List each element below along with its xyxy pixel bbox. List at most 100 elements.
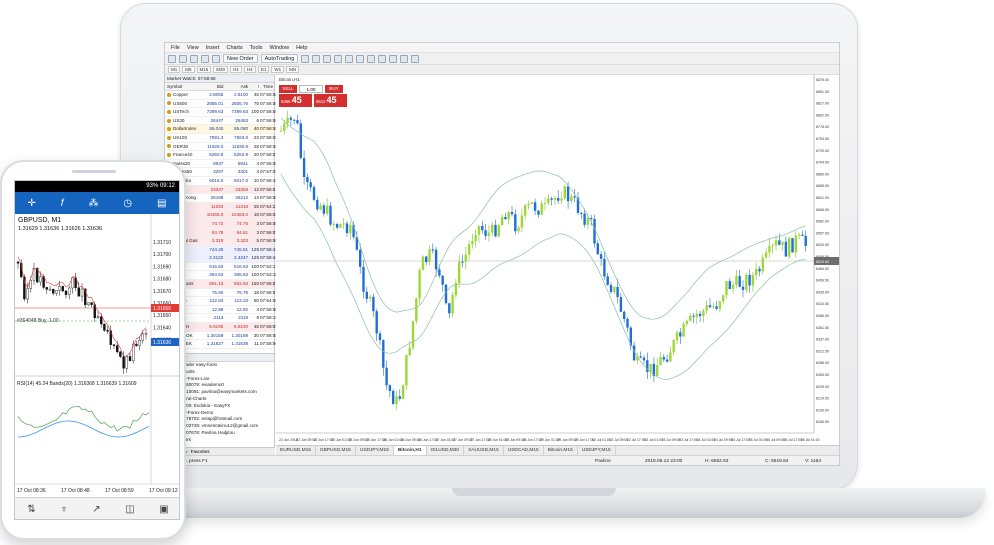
time-tick-label: 22 Jun 2018 <box>279 438 298 442</box>
menu-file[interactable]: File <box>171 45 180 51</box>
col-symbol[interactable]: Symbol <box>165 83 201 90</box>
market-watch-row[interactable]: Swiss20 8937 8941 4 07:58:58 <box>165 159 278 169</box>
zoom-in-icon[interactable] <box>334 54 343 63</box>
phone-bottom-nav: ⇅ ♆ ↗ ◫ ▣ <box>15 497 179 519</box>
lot-size-input[interactable]: 1.00 <box>299 85 323 93</box>
time-value: 07:58:19 <box>260 315 278 321</box>
time-value: 07:58:57 <box>260 229 278 235</box>
chart-tab[interactable]: OILUSD,M30 <box>427 446 465 455</box>
spread-value: 18 <box>253 289 259 295</box>
market-watch-icon[interactable] <box>190 54 198 63</box>
col-bid[interactable]: Bid <box>201 83 226 90</box>
chart-tab[interactable]: Bitcoin,H1 <box>393 446 427 455</box>
templates-icon[interactable] <box>411 54 420 63</box>
phone-chart[interactable]: 1.31710 1.31700 1.31690 1.31680 1.31670 1.316… <box>15 214 180 494</box>
candle-body <box>560 198 563 201</box>
col-ask[interactable]: Ask <box>225 83 250 90</box>
candle-body <box>306 177 309 183</box>
phone-price-label: 1.31640 <box>153 325 171 331</box>
timeframe-w1[interactable]: W1 <box>271 66 285 73</box>
col-time[interactable]: Time <box>260 83 274 90</box>
menu-tools[interactable]: Tools <box>250 45 263 51</box>
timeframe-m5[interactable]: M5 <box>182 66 195 73</box>
market-watch-row[interactable]: USTech 7399.63 7399.63 100 07:58:58 <box>165 108 278 117</box>
candle-body <box>741 286 745 290</box>
candle-body <box>464 254 467 262</box>
chart-tab[interactable]: Bitcoin,M15 <box>544 446 578 455</box>
clock-icon[interactable]: ◷ <box>123 198 132 209</box>
function-icon[interactable]: f <box>61 198 64 209</box>
market-watch-row[interactable]: Copper 2.8055 2.8100 45 07:58:58 <box>165 91 278 100</box>
crosshair-icon[interactable]: ✛ <box>27 198 35 209</box>
navigator-icon[interactable] <box>201 54 209 63</box>
timeframe-m30[interactable]: M30 <box>213 66 229 73</box>
buy-price[interactable]: 6511 45 <box>314 94 347 107</box>
tile-icon[interactable] <box>356 54 365 63</box>
candle-body <box>715 306 718 309</box>
menu-charts[interactable]: Charts <box>226 45 242 51</box>
chart-canvas[interactable]: 6876.00 6851.50 6827.00 6802.50 6778.00 6753.… <box>276 75 840 445</box>
symbol-name: DollarIndex <box>165 125 201 133</box>
market-watch-row[interactable]: US500 2885.01 2805.76 75 07:58:58 <box>165 99 278 109</box>
phone-candle-body <box>135 343 138 346</box>
timeframe-h4[interactable]: H4 <box>243 66 256 73</box>
ask-value: 11318 <box>235 203 249 209</box>
messages-icon[interactable]: ▣ <box>159 504 168 515</box>
market-watch-row[interactable]: UK100 7591.3 7593.6 23 07:58:58 <box>165 133 278 143</box>
chart-tab[interactable]: USDCAD,M15 <box>504 446 544 455</box>
chart-tab[interactable]: USDJPY,M15 <box>356 446 394 455</box>
buy-button[interactable]: BUY <box>325 85 343 93</box>
terminal-icon[interactable] <box>212 54 220 63</box>
indicator-icon[interactable]: ⁂ <box>88 198 98 209</box>
candle-body <box>788 238 791 257</box>
timeframe-mn[interactable]: MN <box>286 66 300 73</box>
price-tick-label: 6704.50 <box>816 161 829 165</box>
market-watch-row[interactable]: DollarIndex 95.040 95.080 40 07:58:58 <box>165 125 278 134</box>
document-icon[interactable]: ▤ <box>157 198 166 209</box>
bar-chart-icon[interactable] <box>301 54 310 63</box>
menu-insert[interactable]: Insert <box>206 45 220 51</box>
candlestick-icon[interactable] <box>312 54 321 63</box>
col-spread[interactable]: ! <box>250 83 260 90</box>
spread-value: 50 <box>253 298 259 304</box>
quotes-icon[interactable]: ⇅ <box>27 504 35 515</box>
autotrading-button[interactable]: AutoTrading <box>260 54 299 63</box>
line-chart-icon[interactable] <box>323 54 332 63</box>
history-icon[interactable]: ◫ <box>125 504 134 515</box>
timeframe-h1[interactable]: H1 <box>230 66 242 73</box>
chart-tab[interactable]: GBPUSD,M15 <box>316 446 356 455</box>
zoom-out-icon[interactable] <box>345 54 354 63</box>
periods-icon[interactable] <box>400 54 409 63</box>
spread-value: 20 <box>253 152 259 158</box>
candle-body <box>392 390 395 405</box>
chart-tab[interactable]: EURUSD,M15 <box>276 446 316 455</box>
candle-body <box>431 249 434 251</box>
tab-favorites[interactable]: Favorites <box>191 448 210 455</box>
menu-help[interactable]: Help <box>296 45 307 51</box>
menu-view[interactable]: View <box>187 45 199 51</box>
chart-tab[interactable]: XAUUSD,M15 <box>464 446 504 455</box>
bid-value: 112.83 <box>209 298 224 304</box>
trade-icon[interactable]: ↗ <box>92 504 100 515</box>
profiles-icon[interactable] <box>179 54 187 63</box>
chart-icon[interactable]: ♆ <box>60 504 68 515</box>
chart-shift-icon[interactable] <box>378 54 387 63</box>
price-chart[interactable]: 6876.00 6851.50 6827.00 6802.50 6778.00 6753.… <box>276 75 840 445</box>
timeframe-d1[interactable]: D1 <box>257 66 270 73</box>
sell-price[interactable]: 6466 45 <box>279 94 312 107</box>
market-watch-row[interactable]: US30 26447 26453 6 07:58:58 <box>165 116 278 126</box>
autoscroll-icon[interactable] <box>367 54 376 63</box>
new-chart-icon[interactable] <box>168 54 176 63</box>
timeframe-m15[interactable]: M15 <box>196 66 212 73</box>
indicators-icon[interactable] <box>389 54 398 63</box>
new-order-button[interactable]: New Order <box>223 54 258 63</box>
market-watch-row[interactable]: GER30 11928.0 11930.8 28 07:58:58 <box>165 142 278 152</box>
market-watch-row[interactable]: France40 5250.8 5252.8 20 07:58:57 <box>165 151 278 160</box>
menu-window[interactable]: Window <box>270 45 290 51</box>
candle-body <box>398 396 401 399</box>
phone-candle-body <box>115 345 119 353</box>
sell-button[interactable]: SELL <box>279 85 297 93</box>
chart-tab[interactable]: USDJPY,M15 <box>578 446 616 455</box>
time-value: 07:58:44 <box>260 255 278 261</box>
timeframe-m1[interactable]: M1 <box>168 66 181 73</box>
